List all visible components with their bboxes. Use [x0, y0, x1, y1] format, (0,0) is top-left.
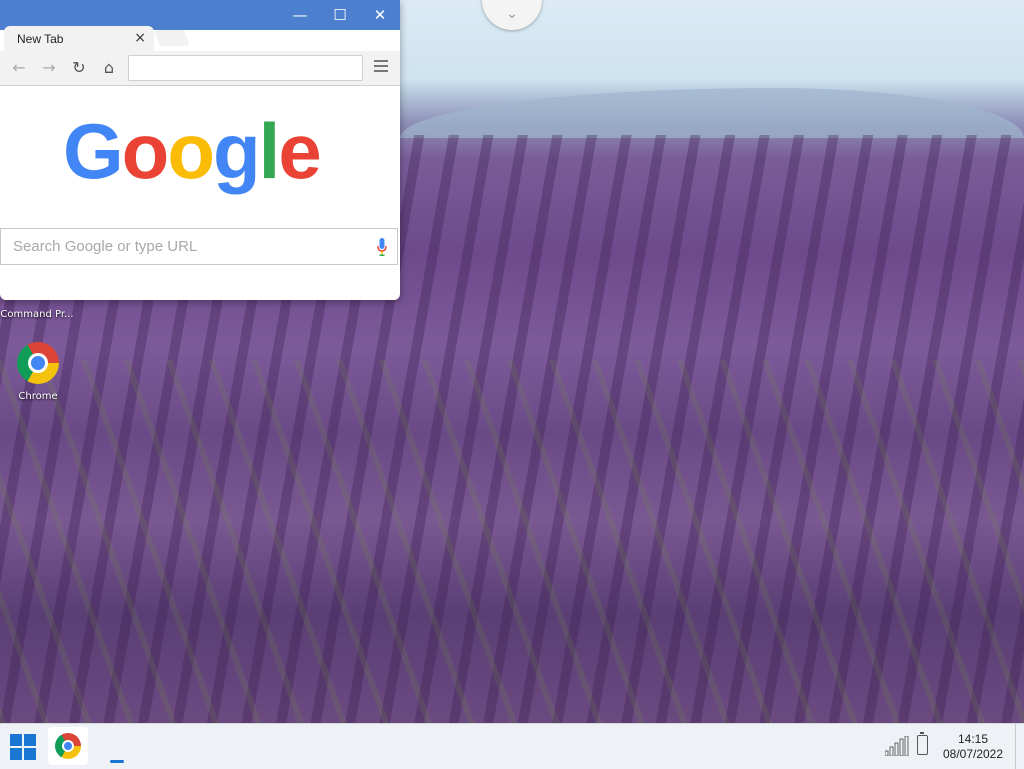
pull-down-tab[interactable]: ⌄ [482, 0, 542, 30]
logo-letter: e [278, 107, 321, 195]
browser-toolbar: ← → ↻ ⌂ [0, 51, 400, 86]
desktop-icon-command-prompt[interactable]: Command Pr... [0, 309, 74, 320]
search-input[interactable] [11, 237, 365, 256]
wallpaper-foliage [0, 360, 1024, 723]
taskbar: 14:15 08/07/2022 [0, 723, 1024, 769]
tab-new-tab[interactable]: New Tab × [4, 26, 154, 54]
desktop-icon-label: Chrome [18, 391, 58, 402]
reload-icon[interactable]: ↻ [68, 57, 90, 79]
menu-icon[interactable] [374, 60, 388, 75]
desktop-icon-chrome[interactable]: Chrome [1, 342, 75, 402]
logo-letter: G [63, 107, 124, 195]
logo-letter: g [212, 107, 261, 195]
show-desktop-button[interactable] [1015, 724, 1024, 769]
desktop-icon-label: Command Pr... [0, 309, 74, 320]
home-icon[interactable]: ⌂ [98, 57, 120, 79]
microphone-icon[interactable] [377, 238, 387, 256]
back-arrow-icon[interactable]: ← [8, 57, 30, 79]
clock-time: 14:15 [957, 732, 989, 746]
clock-date: 08/07/2022 [942, 747, 1004, 761]
address-bar[interactable] [128, 55, 363, 81]
forward-arrow-icon[interactable]: → [38, 57, 60, 79]
chrome-icon [17, 342, 59, 384]
logo-letter: l [258, 107, 281, 195]
logo-letter: o [167, 107, 215, 195]
system-clock[interactable]: 14:15 08/07/2022 [938, 732, 1008, 762]
wallpaper-hill [400, 88, 1024, 138]
browser-window: — ☐ ✕ New Tab × ← → ↻ ⌂ Google [0, 0, 400, 300]
tab-strip: New Tab × [0, 22, 400, 54]
taskbar-chrome-button[interactable] [48, 727, 124, 765]
windows-start-icon[interactable] [10, 734, 36, 760]
battery-icon[interactable] [917, 732, 928, 755]
google-search-box[interactable] [0, 228, 398, 265]
chrome-icon [55, 733, 81, 759]
chevron-down-icon: ⌄ [506, 6, 518, 22]
google-logo: Google [63, 112, 322, 190]
signal-icon[interactable] [885, 736, 909, 756]
tab-title: New Tab [17, 32, 64, 46]
active-app-indicator [110, 760, 124, 763]
new-tab-button[interactable] [154, 30, 190, 46]
tab-close-icon[interactable]: × [134, 30, 146, 46]
logo-letter: o [121, 107, 170, 195]
